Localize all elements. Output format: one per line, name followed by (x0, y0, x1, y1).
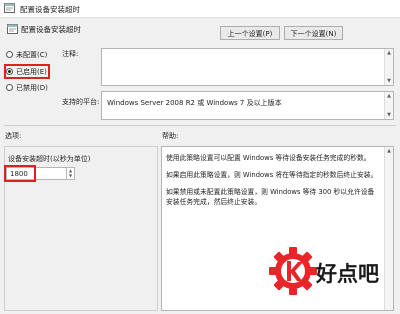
platform-label: 支持的平台: (62, 98, 100, 106)
scroll-down-icon[interactable]: ▼ (385, 111, 393, 119)
comment-label: 注释: (62, 50, 79, 58)
platform-value: Windows Server 2008 R2 或 Windows 7 及以上版本 (107, 99, 282, 107)
comment-textarea[interactable]: ▲ ▼ (101, 48, 394, 86)
platform-box: Windows Server 2008 R2 或 Windows 7 及以上版本… (101, 91, 394, 120)
platform-scrollbar[interactable]: ▲ ▼ (384, 92, 393, 119)
next-setting-button[interactable]: 下一个设置(N) (284, 26, 343, 40)
help-text: 使用此策略设置可以配置 Windows 等待设备安装任务完成的秒数。 如果启用此… (166, 153, 381, 214)
scroll-up-icon[interactable]: ▲ (385, 92, 393, 100)
comment-scrollbar[interactable]: ▲ ▼ (384, 49, 393, 85)
haodianba-logo-icon (269, 247, 317, 295)
scroll-up-icon[interactable]: ▲ (385, 49, 393, 57)
radio-not-configured[interactable]: 未配置(C) (6, 49, 47, 60)
watermark-text: 好点吧 (316, 262, 379, 286)
scroll-down-icon[interactable]: ▼ (385, 77, 393, 85)
radio-disabled-label: 已禁用(D) (16, 83, 48, 92)
title-bar: 配置设备安装超时 (0, 0, 400, 18)
help-label: 帮助: (162, 132, 179, 140)
help-paragraph: 如果禁用或未配置此策略设置，则 Windows 等待 300 秒以允许设备安装任… (166, 188, 375, 206)
section-divider (4, 125, 396, 126)
spin-down-icon[interactable]: ▼ (67, 173, 74, 178)
window-title: 配置设备安装超时 (20, 5, 80, 14)
radio-not-configured-indicator[interactable] (6, 51, 13, 58)
radio-enabled-label: 已启用(E) (16, 67, 47, 76)
radio-not-configured-label: 未配置(C) (16, 50, 48, 59)
radio-enabled-indicator[interactable] (6, 68, 13, 75)
previous-setting-button[interactable]: 上一个设置(P) (220, 26, 280, 40)
policy-app-icon (4, 3, 15, 13)
scroll-up-icon[interactable]: ▲ (385, 147, 393, 155)
radio-disabled[interactable]: 已禁用(D) (6, 82, 48, 93)
help-scrollbar[interactable]: ▲ (384, 147, 393, 310)
radio-enabled[interactable]: 已启用(E) (6, 66, 47, 77)
policy-setting-icon (7, 24, 18, 34)
setting-title: 配置设备安装超时 (21, 25, 81, 34)
radio-disabled-indicator[interactable] (6, 84, 13, 91)
timeout-spinner[interactable]: ▲ ▼ (66, 168, 74, 179)
timeout-highlight-box (4, 165, 36, 182)
help-paragraph: 如果启用此策略设置，则 Windows 将在等待指定的秒数后终止安装。 (166, 171, 378, 179)
help-paragraph: 使用此策略设置可以配置 Windows 等待设备安装任务完成的秒数。 (166, 154, 371, 162)
timeout-label: 设备安装超时(以秒为单位) (8, 155, 91, 163)
options-label: 选项: (5, 132, 22, 140)
